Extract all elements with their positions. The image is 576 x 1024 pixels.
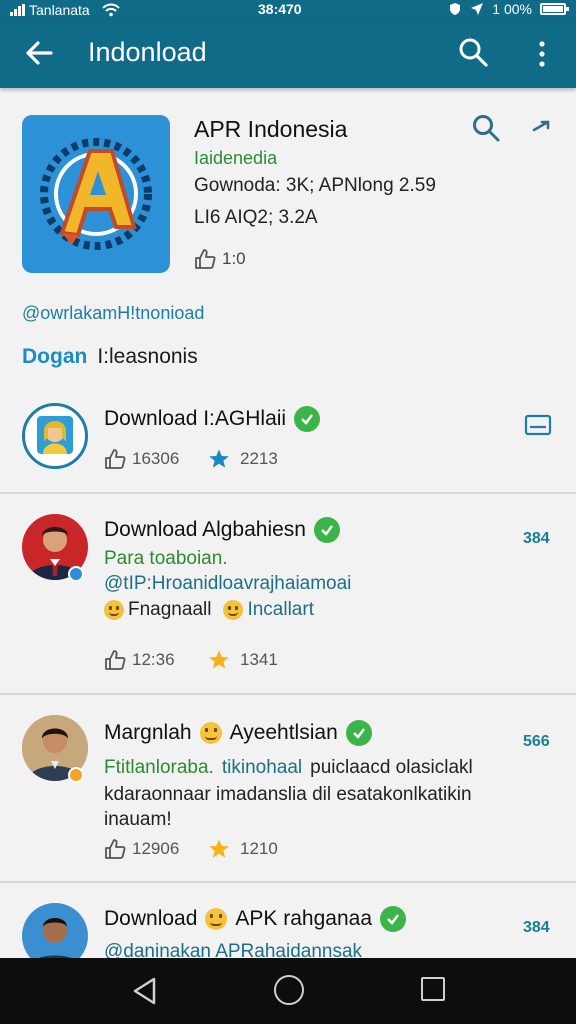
app-meta-size: LI6 AIQ2; 3.2A — [194, 207, 318, 228]
thumbs-up-icon — [105, 449, 126, 469]
list-item-title-text: APK rahganaa — [235, 907, 373, 930]
list-item-tag: Fnagnaall — [128, 599, 212, 620]
stars-count: 1341 — [240, 650, 278, 669]
stars-count: 1210 — [240, 839, 278, 858]
list-item-link[interactable]: @tIP:Hroanidloavrajhaiamoai — [104, 573, 351, 595]
list-item-line: Para toaboian. — [104, 548, 228, 569]
star-icon — [209, 650, 229, 669]
nav-recents-icon[interactable] — [421, 977, 445, 1001]
likes-count: 12:36 — [132, 650, 175, 669]
list-item-link[interactable]: @daninakan APRahaidannsak — [104, 941, 362, 958]
list-item-text: inauam! — [104, 809, 172, 830]
app-handle-link[interactable]: @owrlakamH!tnonioad — [22, 303, 204, 324]
app-icon[interactable]: A — [22, 115, 170, 273]
more-vert-icon[interactable] — [530, 37, 554, 71]
thumbs-up-icon — [195, 249, 216, 269]
thumbs-up-icon — [105, 650, 126, 670]
verified-check-icon — [380, 906, 407, 932]
battery-icon — [540, 3, 569, 15]
avatar — [22, 403, 88, 469]
section-highlight[interactable]: Dogan — [22, 345, 87, 369]
verified-check-icon — [294, 406, 321, 432]
signal-icon — [10, 4, 25, 16]
page-title: Indonload — [88, 37, 207, 67]
verified-check-icon — [345, 720, 372, 746]
shield-icon — [450, 3, 461, 15]
nav-home-icon[interactable] — [274, 975, 304, 1005]
app-likes-count: 1:0 — [222, 249, 246, 268]
list-item[interactable]: Download Algbahiesn 384 Para toaboian. @… — [0, 494, 576, 693]
list-item-tag: Incallart — [247, 599, 314, 620]
avatar-badge — [68, 566, 84, 582]
search-icon[interactable] — [470, 112, 502, 144]
likes[interactable]: 12:36 — [104, 649, 208, 671]
list-item-title-text: Download — [104, 907, 198, 930]
app-bar: Indonload — [0, 20, 576, 88]
list-item-count: 384 — [523, 530, 550, 547]
app-likes[interactable]: 1:0 — [194, 248, 246, 270]
thumbs-up-icon — [105, 839, 126, 859]
search-icon[interactable] — [456, 35, 490, 69]
arrow-left-icon[interactable] — [22, 36, 56, 70]
list-item[interactable]: Download APK rahganaa 384 @daninakan APR… — [0, 883, 576, 958]
likes[interactable]: 12906 — [104, 838, 208, 860]
share-icon[interactable] — [530, 116, 554, 140]
stars[interactable]: 2213 — [208, 448, 278, 470]
smile-emoji-icon — [223, 600, 244, 620]
list-item-title-text: Download I:AGHlaii — [104, 407, 287, 430]
location-icon — [471, 3, 484, 15]
card-icon[interactable] — [524, 413, 552, 437]
list-item-title[interactable]: Download Algbahiesn — [104, 517, 340, 543]
list-item[interactable]: Margnlah Ayeehtlsian 566 Ftitlanloraba. … — [0, 695, 576, 881]
stars-count: 2213 — [240, 449, 278, 468]
carrier-label: Tanlanata — [29, 2, 90, 18]
list-item-stats: 12906 1210 — [104, 838, 278, 860]
list-item-text: tikinohaal — [221, 757, 303, 778]
list-item-title-text: Download Algbahiesn — [104, 518, 306, 541]
system-nav-bar — [0, 958, 576, 1024]
battery-percent: 1 00% — [492, 1, 532, 17]
section-label: I:leasnonis — [97, 345, 198, 368]
app-subtitle[interactable]: Iaidenedia — [194, 148, 277, 169]
list-item-stats: 12:36 1341 — [104, 649, 278, 671]
list-item-tags: Fnagnaall Incallart — [104, 599, 314, 621]
list-item[interactable]: Download I:AGHlaii 16306 2213 — [0, 395, 576, 492]
verified-check-icon — [313, 517, 340, 543]
list-item-text: kdaraonnaar imadanslia dil esatakonlkati… — [104, 784, 472, 805]
star-icon — [209, 449, 229, 468]
list-item-stats: 16306 2213 — [104, 448, 278, 470]
status-bar: Tanlanata 38:470 1 00% — [0, 0, 576, 20]
section-header: Dogan I:leasnonis — [22, 345, 198, 369]
nav-back-icon[interactable] — [130, 976, 160, 1006]
smile-emoji-icon — [104, 600, 124, 620]
list-item-title-text: Ayeehtlsian — [229, 721, 338, 744]
likes-count: 16306 — [132, 449, 180, 468]
list-item-title[interactable]: Download APK rahganaa — [104, 906, 407, 932]
list-item-title-text: Margnlah — [104, 721, 192, 744]
avatar-badge — [68, 767, 84, 783]
list-item-count: 566 — [523, 733, 550, 750]
list-item-title[interactable]: Margnlah Ayeehtlsian — [104, 720, 372, 746]
likes[interactable]: 16306 — [104, 448, 208, 470]
app-name: APR Indonesia — [194, 116, 348, 142]
status-time: 38:470 — [258, 1, 302, 17]
app-meta-downloads: Gownoda: 3K; APNlong 2.59 — [194, 175, 436, 196]
list-item-count: 384 — [523, 919, 550, 936]
stars[interactable]: 1341 — [208, 649, 278, 671]
likes-count: 12906 — [132, 839, 180, 858]
star-icon — [209, 839, 229, 858]
list-item-line: Ftitlanloraba. tikinohaal puiclaacd olas… — [104, 757, 473, 779]
smile-emoji-icon — [199, 722, 222, 744]
smile-emoji-icon — [205, 908, 228, 930]
stars[interactable]: 1210 — [208, 838, 278, 860]
avatar — [22, 903, 88, 958]
list-item-text: puiclaacd olasiclakl — [310, 757, 473, 778]
wifi-icon — [101, 3, 120, 17]
list-item-title[interactable]: Download I:AGHlaii — [104, 406, 321, 432]
list-item-text: Ftitlanloraba. — [104, 757, 214, 778]
